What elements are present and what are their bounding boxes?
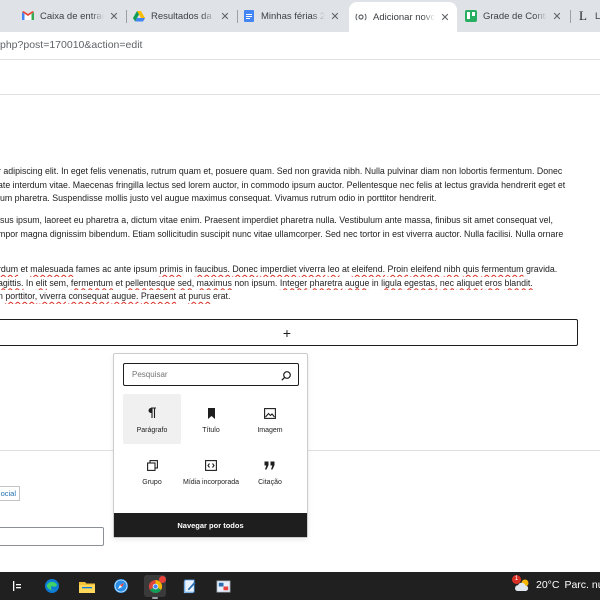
paragraph-block-2[interactable]: isus ipsum, laoreet eu pharetra a, dictu… — [0, 214, 578, 241]
image-icon — [264, 406, 276, 420]
plus-icon: + — [282, 324, 292, 341]
browse-all-label: Navegar por todos — [177, 520, 244, 530]
tab-trello[interactable]: Grade de Conteúdo ✕ — [465, 4, 563, 28]
tab-separator — [237, 10, 238, 23]
tab-gmail[interactable]: Caixa de entrada ✕ — [22, 4, 120, 28]
notification-dot — [159, 576, 166, 583]
chrome-icon[interactable] — [144, 575, 166, 599]
paragraph-icon — [147, 406, 157, 420]
loom-icon: L — [579, 8, 587, 23]
address-bar[interactable]: php?post=170010&action=edit — [0, 32, 600, 60]
paragraph-line: r adipiscing elit. In eget felis venenat… — [0, 166, 563, 176]
notepad-icon[interactable] — [178, 575, 200, 597]
taskbar: 1 20°C Parc. nu — [0, 572, 600, 600]
search-icon — [280, 369, 292, 381]
paragraph-line: isus ipsum, laoreet eu pharetra a, dictu… — [0, 215, 553, 225]
screen: Caixa de entrada ✕ Resultados da pesquis… — [0, 0, 600, 600]
url-text: php?post=170010&action=edit — [0, 39, 143, 51]
tab-wordpress-active[interactable]: Adicionar novo post ✕ — [349, 2, 457, 32]
block-inserter-popover: Pesquisar Parágrafo Título Imagem Grupo … — [113, 353, 308, 538]
google-drive-icon — [133, 10, 145, 22]
block-paragraph[interactable]: Parágrafo — [123, 394, 181, 444]
tab-partial-right[interactable]: L Lo — [577, 4, 600, 28]
active-app-indicator — [152, 597, 158, 599]
media-icon[interactable] — [212, 575, 234, 597]
tab-drive[interactable]: Resultados da pesquisa ✕ — [133, 4, 231, 28]
tab-separator — [126, 10, 127, 23]
block-label: Título — [202, 427, 220, 434]
tab-close-icon[interactable]: ✕ — [439, 11, 451, 24]
tab-partial-left[interactable] — [0, 4, 8, 28]
block-quote[interactable]: Citação — [241, 446, 299, 496]
paragraph-block-3[interactable]: rdum et malesuada fames ac ante ipsum pr… — [0, 263, 578, 304]
browser-tab-strip: Caixa de entrada ✕ Resultados da pesquis… — [0, 0, 600, 32]
paragraph-line: mpor magna dignissim bibendum. Etiam sol… — [0, 228, 564, 239]
block-label: Parágrafo — [136, 427, 168, 434]
paragraph-line: rdum et malesuada fames ac ante ipsum pr… — [0, 264, 558, 274]
tab-close-icon[interactable]: ✕ — [219, 10, 231, 23]
paragraph-block-1[interactable]: r adipiscing elit. In eget felis venenat… — [0, 165, 578, 206]
tab-separator — [570, 10, 571, 23]
tab-docs[interactable]: Minhas férias 2021 ✕ — [243, 4, 341, 28]
meta-tab-label: ocial — [0, 489, 16, 498]
safari-icon[interactable] — [110, 575, 132, 597]
group-icon — [146, 458, 158, 472]
tab-close-icon[interactable]: ✕ — [551, 10, 563, 23]
block-label: Citação — [258, 479, 282, 486]
tab-title: Grade de Conteúdo — [483, 10, 547, 22]
weather-badge: 1 — [512, 575, 521, 584]
paragraph-line: agittis. In elit sem, fermentum et pelle… — [0, 277, 533, 288]
block-search-field[interactable]: Pesquisar — [123, 363, 299, 386]
tab-close-icon[interactable]: ✕ — [108, 10, 120, 23]
wordpress-icon — [355, 11, 367, 23]
trello-icon — [465, 10, 477, 22]
block-group[interactable]: Grupo — [123, 446, 181, 496]
weather-cloud-icon: 1 — [512, 575, 532, 592]
tab-title: Caixa de entrada — [40, 10, 104, 22]
edge-icon[interactable] — [41, 575, 63, 597]
block-image[interactable]: Imagem — [241, 394, 299, 444]
tab-title: Minhas férias 2021 — [261, 10, 325, 22]
paragraph-line: ate interdum vitae. Maecenas fringilla l… — [0, 179, 566, 190]
block-label: Mídia incorporada — [182, 479, 240, 486]
weather-description: Parc. nu — [564, 579, 600, 591]
google-docs-icon — [243, 10, 255, 22]
task-view-icon[interactable] — [6, 575, 28, 597]
tab-title: Resultados da pesquisa — [151, 10, 215, 22]
file-explorer-icon[interactable] — [76, 575, 98, 597]
tab-title: Lo — [595, 10, 600, 22]
quote-icon — [264, 458, 276, 472]
paragraph-line: n porttitor, viverra consequat augue. Pr… — [0, 291, 231, 302]
gmail-icon — [22, 10, 34, 22]
block-label: Imagem — [257, 427, 283, 434]
browse-all-button[interactable]: Navegar por todos — [114, 513, 307, 537]
block-heading[interactable]: Título — [182, 394, 240, 444]
tab-close-icon[interactable]: ✕ — [329, 10, 341, 23]
tab-title: Adicionar novo post — [373, 11, 435, 23]
search-placeholder: Pesquisar — [132, 370, 168, 379]
weather-temperature: 20°C — [536, 579, 560, 591]
meta-tab-social[interactable]: ocial — [0, 486, 20, 501]
paragraph-line: lum pharetra. Suspendisse mollis justo v… — [0, 193, 437, 204]
weather-widget[interactable]: 1 20°C Parc. nu — [512, 575, 600, 592]
bookmark-icon — [207, 406, 216, 420]
block-label: Grupo — [142, 479, 162, 486]
meta-text-input[interactable] — [0, 527, 104, 546]
block-embed[interactable]: Mídia incorporada — [182, 446, 240, 496]
editor-header-divider — [0, 94, 600, 95]
embed-icon — [205, 458, 217, 472]
add-block-button[interactable]: + — [0, 319, 578, 346]
